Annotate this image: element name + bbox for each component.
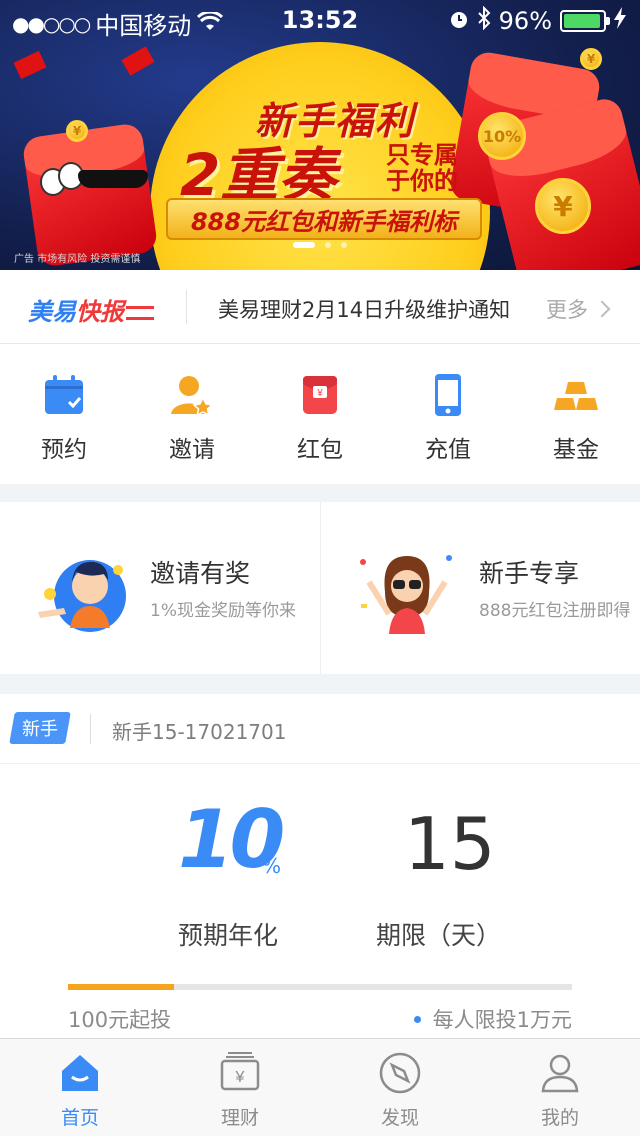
promo-subtitle: 888元红包注册即得 xyxy=(479,601,631,621)
status-bar: ●●○○○ 中国移动 13:52 96% xyxy=(0,0,640,40)
quick-item-label: 邀请 xyxy=(169,437,215,463)
investment-limit: 每人限投1万元 xyxy=(413,1004,572,1034)
percent-coin-icon: 10% xyxy=(478,112,526,160)
finance-yen-icon: ¥ xyxy=(218,1051,262,1095)
carousel-indicator xyxy=(0,242,640,248)
tab-label: 理财 xyxy=(220,1107,259,1129)
news-brand-logo: 美易快报 xyxy=(28,292,154,327)
bluetooth-icon xyxy=(477,5,491,36)
bullet-dot-icon xyxy=(413,1015,421,1023)
quick-item-red-packet[interactable]: ¥ 红包 xyxy=(256,344,384,484)
home-icon xyxy=(58,1051,102,1095)
brand-suffix: 快报 xyxy=(76,298,124,326)
carousel-dot[interactable] xyxy=(341,242,347,248)
tab-label: 我的 xyxy=(540,1107,579,1129)
battery-percent: 96% xyxy=(498,7,552,35)
quick-item-recharge[interactable]: 充值 xyxy=(384,344,512,484)
news-more-link[interactable]: 更多 xyxy=(546,294,611,324)
news-more-label: 更多 xyxy=(546,298,588,322)
news-ticker[interactable]: 美易快报 美易理财2月14日升级维护通知 更多 xyxy=(0,270,640,344)
tab-discover[interactable]: 发现 xyxy=(320,1039,480,1136)
banner-side-text: 只专属 于你的 xyxy=(386,142,458,194)
banner-side-line: 于你的 xyxy=(386,167,458,195)
banner-side-line: 只专属 xyxy=(386,141,458,169)
yen-coin-icon: ¥ xyxy=(66,120,88,142)
newbie-girl-avatar xyxy=(355,542,452,638)
compass-icon xyxy=(378,1051,422,1095)
divider xyxy=(90,714,91,744)
quick-item-invite[interactable]: 邀请 xyxy=(128,344,256,484)
tab-home[interactable]: 首页 xyxy=(0,1039,160,1136)
battery-icon xyxy=(560,10,610,32)
confetti-decoration xyxy=(13,50,47,80)
tab-label: 首页 xyxy=(60,1107,99,1129)
carousel-dot[interactable] xyxy=(293,242,315,248)
newbie-exclusive-card[interactable]: 新手专享 888元红包注册即得 xyxy=(320,502,640,674)
svg-text:¥: ¥ xyxy=(235,1069,245,1086)
newbie-tag-badge: 新手 xyxy=(9,712,71,744)
user-profile-icon xyxy=(538,1051,582,1095)
promo-cards: 邀请有奖 1%现金奖励等你来 新手专享 888元红包注册即得 xyxy=(0,502,640,674)
rate-label: 预期年化 xyxy=(178,921,279,950)
quick-item-label: 基金 xyxy=(553,437,599,463)
term-days: 15 xyxy=(404,802,496,886)
invite-boy-avatar xyxy=(34,542,130,638)
tab-mine[interactable]: 我的 xyxy=(480,1039,640,1136)
alarm-clock-icon xyxy=(449,7,469,35)
quick-menu: 预约 邀请 ¥ 红包 充值 基金 xyxy=(0,344,640,484)
bottom-tab-bar: 首页 ¥ 理财 发现 我的 xyxy=(0,1038,640,1136)
progress-bar xyxy=(68,984,572,990)
ad-risk-notice: 广告 市场有风险 投资需谨慎 xyxy=(14,254,141,265)
gold-bars-icon xyxy=(553,372,599,418)
app-root: 10% ¥ ¥ ¥ 新手福利 2重奏 只专属 于你的 888元红包和新手福利标 … xyxy=(0,0,640,1136)
banner-ribbon: 888元红包和新手福利标 xyxy=(166,198,482,240)
quick-item-appointment[interactable]: 预约 xyxy=(0,344,128,484)
tab-finance[interactable]: ¥ 理财 xyxy=(160,1039,320,1136)
promo-subtitle: 1%现金奖励等你来 xyxy=(150,601,296,621)
phone-recharge-icon xyxy=(425,372,471,418)
quick-item-label: 红包 xyxy=(297,437,343,463)
term-label: 期限（天） xyxy=(376,921,502,950)
speed-lines-icon xyxy=(126,306,154,320)
invite-user-star-icon xyxy=(169,372,215,418)
charging-bolt-icon xyxy=(614,7,626,35)
product-header: 新手 新手15-17021701 xyxy=(0,694,640,764)
carousel-dot[interactable] xyxy=(325,242,331,248)
confetti-decoration xyxy=(121,46,155,76)
news-headline[interactable]: 美易理财2月14日升级维护通知 xyxy=(218,294,510,324)
invite-reward-card[interactable]: 邀请有奖 1%现金奖励等你来 xyxy=(0,502,320,674)
divider xyxy=(186,290,187,324)
svg-text:¥: ¥ xyxy=(316,388,323,399)
yen-coin-icon: ¥ xyxy=(580,48,602,70)
promo-title: 邀请有奖 xyxy=(150,559,251,588)
mascot-sunglasses xyxy=(78,170,148,188)
product-card[interactable]: 新手 新手15-17021701 10 % 15 预期年化 期限（天） 100元… xyxy=(0,694,640,1038)
red-packet-icon: ¥ xyxy=(297,372,343,418)
brand-prefix: 美易 xyxy=(28,298,76,326)
newbie-tag-label: 新手 xyxy=(22,719,58,740)
quick-item-label: 预约 xyxy=(41,437,87,463)
progress-bar-fill xyxy=(68,984,174,990)
product-name: 新手15-17021701 xyxy=(112,720,287,744)
chevron-right-icon xyxy=(593,300,611,318)
tab-label: 发现 xyxy=(380,1107,419,1129)
yen-coin-icon: ¥ xyxy=(535,178,591,234)
investment-limit-text: 每人限投1万元 xyxy=(432,1008,572,1032)
quick-item-label: 充值 xyxy=(425,437,471,463)
calendar-icon xyxy=(41,372,87,418)
quick-item-fund[interactable]: 基金 xyxy=(512,344,640,484)
rate-unit: % xyxy=(262,854,282,878)
promo-title: 新手专享 xyxy=(479,559,580,588)
minimum-investment: 100元起投 xyxy=(68,1008,172,1032)
